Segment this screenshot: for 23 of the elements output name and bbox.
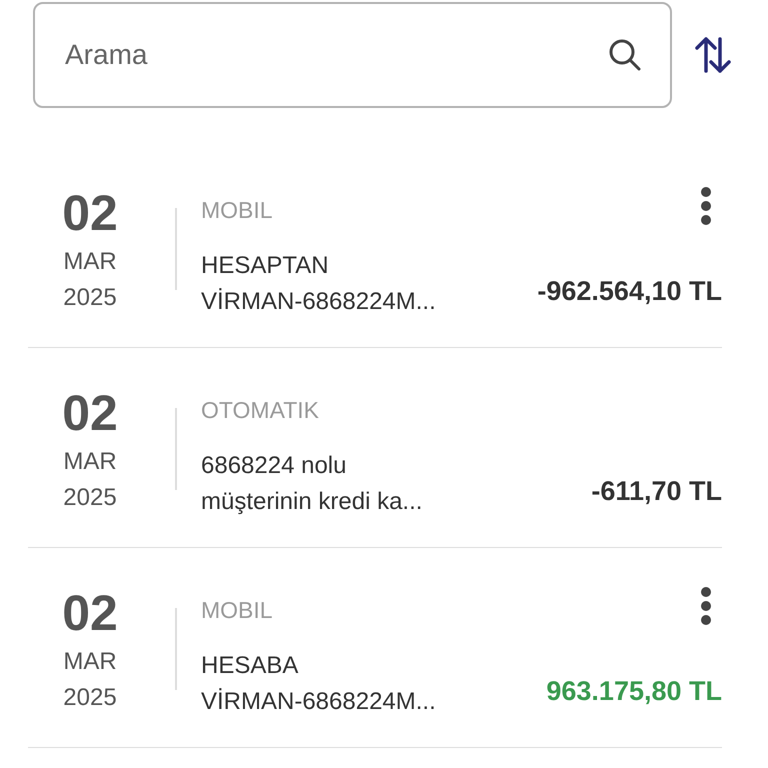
transaction-channel: MOBIL xyxy=(201,196,274,225)
more-options-icon[interactable] xyxy=(700,186,712,226)
date-day: 02 xyxy=(62,188,118,238)
date-month: MAR xyxy=(63,447,117,477)
date-month: MAR xyxy=(63,647,117,677)
date-day: 02 xyxy=(62,588,118,638)
transaction-amount: -611,70 TL xyxy=(591,475,722,508)
date-year: 2025 xyxy=(63,283,117,313)
date-year: 2025 xyxy=(63,683,117,713)
transaction-amount: -962.564,10 TL xyxy=(537,275,722,308)
date-year: 2025 xyxy=(63,483,117,513)
transaction-channel: OTOMATIK xyxy=(201,396,320,425)
transaction-amount: 963.175,80 TL xyxy=(546,675,722,708)
more-options-icon[interactable] xyxy=(700,586,712,626)
search-icon xyxy=(608,38,642,72)
date-month: MAR xyxy=(63,247,117,277)
transaction-channel: MOBIL xyxy=(201,596,274,625)
transaction-description: HESABA VİRMAN-6868224M... xyxy=(201,651,437,717)
transaction-description: 6868224 nolu müşterinin kredi ka... xyxy=(201,451,424,517)
date-day: 02 xyxy=(62,388,118,438)
transaction-description: HESAPTAN VİRMAN-6868224M... xyxy=(201,251,437,317)
sort-icon[interactable] xyxy=(693,34,733,74)
search-field[interactable]: Arama xyxy=(33,2,672,108)
